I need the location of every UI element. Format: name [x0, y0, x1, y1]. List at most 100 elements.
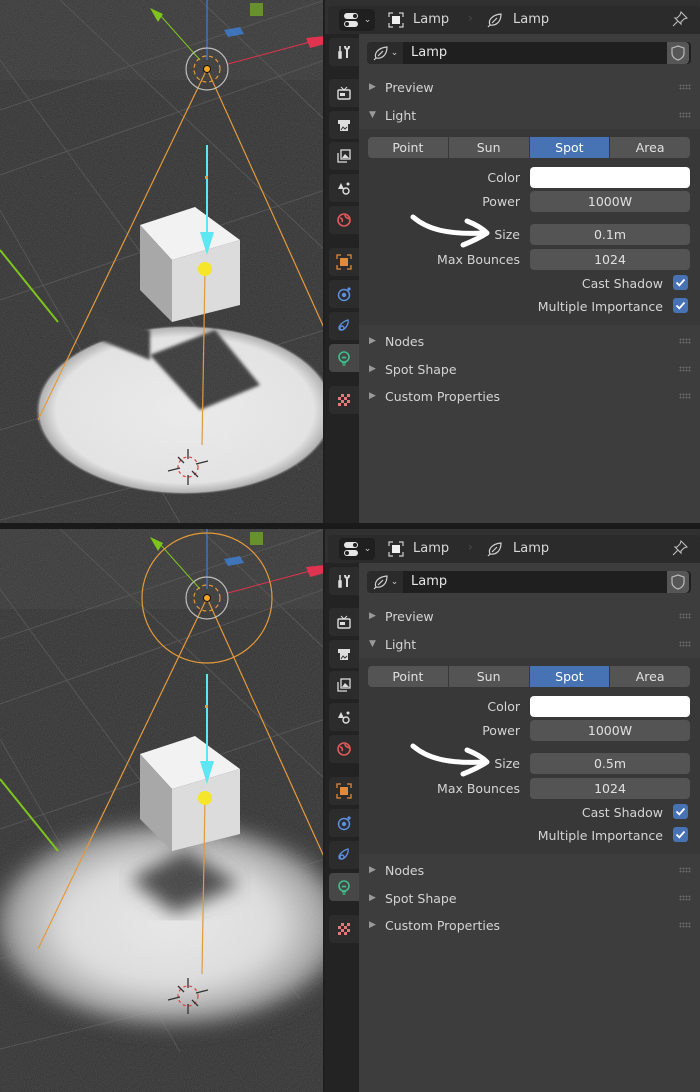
shield-icon — [671, 574, 685, 590]
size-field[interactable]: 0.5m — [530, 753, 690, 774]
expanded-triangle-icon: ▼ — [369, 110, 376, 120]
tab-constraints[interactable] — [329, 312, 359, 340]
tab-render[interactable] — [329, 79, 359, 107]
tab-render[interactable] — [329, 608, 359, 636]
tab-object[interactable] — [329, 777, 359, 805]
panel-preview-header[interactable]: ▶ Preview — [359, 604, 700, 630]
multiple-importance-row: Multiple Importance — [359, 826, 700, 846]
tab-output[interactable] — [329, 640, 359, 668]
fake-user-button[interactable] — [667, 42, 689, 64]
tab-scene[interactable] — [329, 703, 359, 731]
tab-physics[interactable] — [329, 809, 359, 837]
properties-editor-icon — [343, 13, 358, 27]
panel-custom-properties-header[interactable]: ▶ Custom Properties — [359, 384, 700, 410]
panel-light-body: Point Sun Spot Area Color Power 1000W Size … — [359, 129, 700, 325]
panel-light-title: Light — [385, 108, 417, 123]
panel-nodes-header[interactable]: ▶ Nodes — [359, 858, 700, 884]
drag-grip-icon[interactable] — [679, 393, 691, 399]
prop-size-label: Size — [494, 756, 520, 771]
panel-custom-properties-header[interactable]: ▶ Custom Properties — [359, 913, 700, 939]
panel-light-header[interactable]: ▼ Light — [359, 632, 700, 658]
direction-midpoint — [205, 176, 208, 179]
pin-button[interactable] — [672, 539, 689, 560]
drag-grip-icon[interactable] — [679, 338, 691, 344]
light-type-sun-button[interactable]: Sun — [448, 137, 529, 158]
size-field[interactable]: 0.1m — [530, 224, 690, 245]
prop-max-bounces-row: Max Bounces 1024 — [359, 778, 700, 799]
cast-shadow-checkbox[interactable] — [673, 804, 688, 819]
tab-physics[interactable] — [329, 280, 359, 308]
prop-size-row: Size 0.5m — [359, 753, 700, 774]
panel-spot-shape-header[interactable]: ▶ Spot Shape — [359, 886, 700, 912]
checker-texture-icon — [338, 923, 350, 935]
light-type-sun-button[interactable]: Sun — [448, 666, 529, 687]
panel-light-header[interactable]: ▼ Light — [359, 103, 700, 129]
drag-grip-icon[interactable] — [679, 613, 691, 619]
drag-grip-icon[interactable] — [679, 641, 691, 647]
tab-view-layer[interactable] — [329, 142, 359, 170]
image-stack-icon — [337, 149, 351, 163]
multiple-importance-label: Multiple Importance — [537, 299, 663, 314]
collapsed-triangle-icon: ▶ — [369, 865, 376, 875]
max-bounces-field[interactable]: 1024 — [530, 249, 690, 270]
cast-shadow-label: Cast Shadow — [581, 805, 663, 820]
image-stack-icon — [337, 678, 351, 692]
multiple-importance-checkbox[interactable] — [673, 827, 688, 842]
tab-scene[interactable] — [329, 174, 359, 202]
drag-grip-icon[interactable] — [679, 112, 691, 118]
drag-grip-icon[interactable] — [679, 867, 691, 873]
light-data-icon — [487, 542, 502, 557]
power-field[interactable]: 1000W — [530, 720, 690, 741]
viewport-scene[interactable] — [0, 529, 325, 1092]
datablock-browse-button[interactable]: ⌄ — [367, 571, 403, 593]
tab-texture[interactable] — [329, 915, 359, 943]
pin-button[interactable] — [672, 10, 689, 31]
constraint-icon — [338, 848, 349, 860]
panel-spot-shape-header[interactable]: ▶ Spot Shape — [359, 357, 700, 383]
color-swatch[interactable] — [530, 696, 690, 717]
light-type-area-button[interactable]: Area — [610, 137, 690, 158]
tab-world[interactable] — [329, 206, 359, 234]
drag-grip-icon[interactable] — [679, 922, 691, 928]
max-bounces-field[interactable]: 1024 — [530, 778, 690, 799]
editor-type-button[interactable]: ⌄ — [339, 9, 375, 31]
multiple-importance-checkbox[interactable] — [673, 298, 688, 313]
tab-world[interactable] — [329, 735, 359, 763]
collapsed-triangle-icon: ▶ — [369, 364, 376, 374]
cast-shadow-checkbox[interactable] — [673, 275, 688, 290]
power-field[interactable]: 1000W — [530, 191, 690, 212]
drag-grip-icon[interactable] — [679, 895, 691, 901]
drag-grip-icon[interactable] — [679, 84, 691, 90]
scene-icon — [338, 711, 350, 724]
3d-viewport[interactable] — [0, 0, 325, 523]
datablock-name-field[interactable]: Lamp — [411, 45, 447, 60]
tab-texture[interactable] — [329, 386, 359, 414]
breadcrumb-separator: › — [468, 11, 473, 25]
checkmark-icon — [675, 278, 686, 287]
tab-object[interactable] — [329, 248, 359, 276]
panel-preview-header[interactable]: ▶ Preview — [359, 75, 700, 101]
drag-grip-icon[interactable] — [679, 366, 691, 372]
tab-tool[interactable] — [329, 38, 359, 66]
tab-output[interactable] — [329, 111, 359, 139]
viewport-scene[interactable] — [0, 0, 325, 523]
datablock-name-field[interactable]: Lamp — [411, 574, 447, 589]
editor-type-button[interactable]: ⌄ — [339, 538, 375, 560]
light-type-spot-button[interactable]: Spot — [529, 137, 610, 158]
light-type-point-button[interactable]: Point — [368, 137, 448, 158]
light-type-point-button[interactable]: Point — [368, 666, 448, 687]
tab-data[interactable] — [329, 873, 359, 901]
light-type-spot-button[interactable]: Spot — [529, 666, 610, 687]
tab-data[interactable] — [329, 344, 359, 372]
panel-nodes-header[interactable]: ▶ Nodes — [359, 329, 700, 355]
color-swatch[interactable] — [530, 167, 690, 188]
tab-constraints[interactable] — [329, 841, 359, 869]
tab-tool[interactable] — [329, 567, 359, 595]
3d-viewport[interactable] — [0, 529, 325, 1092]
datablock-browse-button[interactable]: ⌄ — [367, 42, 403, 64]
prop-power-row: Power 1000W — [359, 191, 700, 212]
fake-user-button[interactable] — [667, 571, 689, 593]
chevron-down-icon: ⌄ — [390, 48, 399, 58]
light-type-area-button[interactable]: Area — [610, 666, 690, 687]
tab-view-layer[interactable] — [329, 671, 359, 699]
